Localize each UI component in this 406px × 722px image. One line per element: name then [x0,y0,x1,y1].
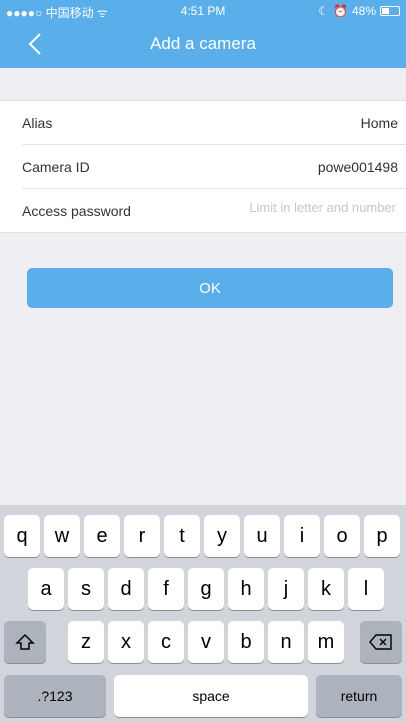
camera-id-row[interactable]: Camera ID powe001498 [22,145,406,189]
password-label: Access password [22,203,131,219]
key-b[interactable]: b [228,621,264,663]
space-key[interactable]: space [114,675,308,717]
key-e[interactable]: e [84,515,120,557]
battery-icon [380,6,400,16]
key-n[interactable]: n [268,621,304,663]
shift-key[interactable] [4,621,46,663]
key-h[interactable]: h [228,568,264,610]
key-m[interactable]: m [308,621,344,663]
key-t[interactable]: t [164,515,200,557]
key-w[interactable]: w [44,515,80,557]
alias-value[interactable]: Home [361,115,398,131]
password-input[interactable] [234,199,398,216]
key-q[interactable]: q [4,515,40,557]
delete-icon [369,634,392,650]
key-u[interactable]: u [244,515,280,557]
battery-percent: 48% [351,4,376,18]
status-bar: ●●●●○ 中国移动 ᯤ 4:51 PM ☾ ⏰ 48% [0,0,406,22]
key-l[interactable]: l [348,568,384,610]
key-s[interactable]: s [68,568,104,610]
key-g[interactable]: g [188,568,224,610]
camera-id-label: Camera ID [22,159,90,175]
status-right: ☾ ⏰ 48% [318,4,400,18]
key-j[interactable]: j [268,568,304,610]
delete-key[interactable] [360,621,402,663]
key-c[interactable]: c [148,621,184,663]
key-a[interactable]: a [28,568,64,610]
keyboard: q w e r t y u i o p a s d f g h j k l z … [0,505,406,722]
key-r[interactable]: r [124,515,160,557]
numbers-key[interactable]: .?123 [4,675,106,717]
key-o[interactable]: o [324,515,360,557]
moon-icon: ☾ [318,4,330,18]
key-p[interactable]: p [364,515,400,557]
key-k[interactable]: k [308,568,344,610]
camera-id-value[interactable]: powe001498 [318,159,398,175]
key-v[interactable]: v [188,621,224,663]
alias-row[interactable]: Alias Home [22,101,406,145]
alias-label: Alias [22,115,53,131]
key-f[interactable]: f [148,568,184,610]
alarm-icon: ⏰ [333,4,348,18]
password-row[interactable]: Access password [22,189,406,232]
key-x[interactable]: x [108,621,144,663]
key-i[interactable]: i [284,515,320,557]
key-z[interactable]: z [68,621,104,663]
page-title: Add a camera [150,34,256,53]
navigation-bar: Add a camera [0,22,406,68]
key-y[interactable]: y [204,515,240,557]
ok-button[interactable]: OK [27,268,393,308]
key-d[interactable]: d [108,568,144,610]
shift-icon [15,633,35,650]
return-key[interactable]: return [316,675,402,717]
camera-form: Alias Home Camera ID powe001498 Access p… [0,100,406,233]
